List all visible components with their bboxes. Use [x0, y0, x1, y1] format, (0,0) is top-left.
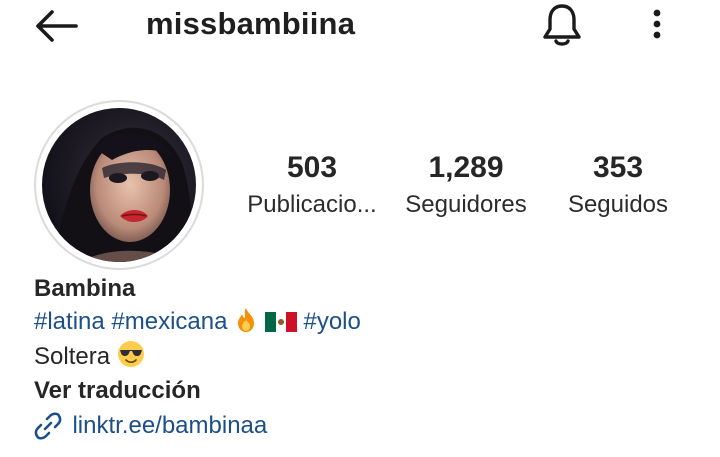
hashtag-yolo[interactable]: #yolo	[303, 308, 360, 335]
mexico-flag-emoji-icon	[264, 312, 297, 332]
hashtag-latina[interactable]: #latina	[34, 308, 105, 335]
posts-count: 503	[286, 151, 338, 184]
posts-stat[interactable]: 503 Publicacio...	[236, 148, 388, 222]
bio-link-text: linktr.ee/bambinaa	[72, 412, 268, 439]
options-menu-button[interactable]	[640, 2, 674, 48]
following-label: Seguidos	[567, 191, 669, 218]
notifications-button[interactable]	[536, 0, 588, 52]
followers-count: 1,289	[428, 151, 504, 184]
link-icon	[34, 412, 62, 440]
profile-username: missbambiina	[146, 6, 356, 41]
bio-status: Soltera	[34, 340, 145, 374]
see-translation-button[interactable]: Ver traducción	[34, 374, 201, 408]
bell-icon	[543, 4, 581, 46]
posts-label: Publicacio...	[247, 191, 377, 218]
display-name: Bambina	[34, 275, 136, 302]
bio-status-text: Soltera	[34, 343, 111, 370]
profile-photo	[42, 108, 196, 262]
more-vertical-icon	[653, 9, 661, 39]
top-bar: missbambiina	[0, 0, 720, 60]
bio-hashtags: #latina #mexicana #yolo	[34, 305, 361, 339]
hashtag-mexicana[interactable]: #mexicana	[111, 308, 227, 335]
avatar[interactable]	[42, 108, 196, 262]
bio-link[interactable]: linktr.ee/bambinaa	[32, 410, 267, 446]
sunglasses-emoji-icon	[117, 341, 144, 367]
following-count: 353	[592, 151, 644, 184]
following-stat[interactable]: 353 Seguidos	[556, 148, 680, 222]
followers-stat[interactable]: 1,289 Seguidores	[396, 148, 536, 222]
fire-emoji-icon	[238, 308, 255, 332]
back-button[interactable]	[30, 4, 82, 48]
arrow-left-icon	[36, 10, 78, 42]
followers-label: Seguidores	[405, 191, 527, 218]
